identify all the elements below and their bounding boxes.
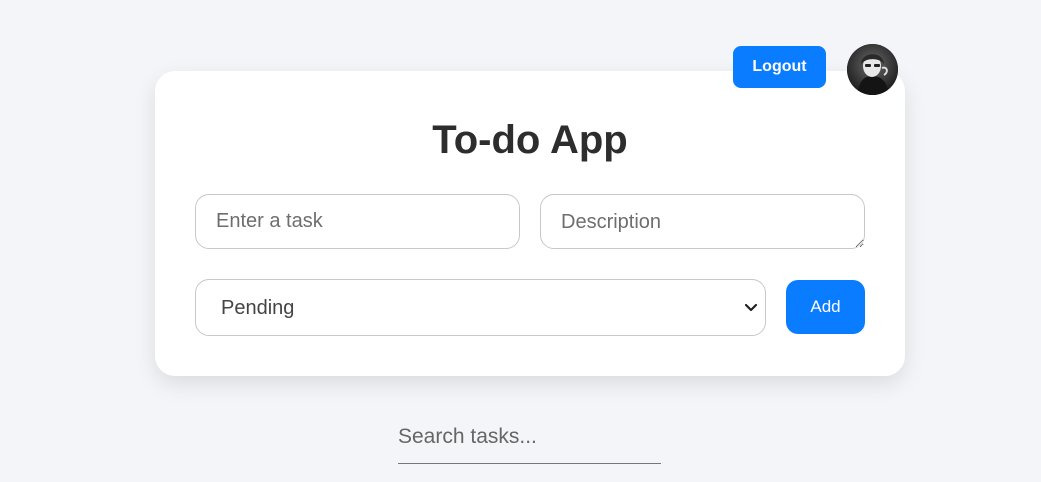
todo-card: To-do App Pending Add: [155, 71, 905, 376]
task-input[interactable]: [195, 194, 520, 249]
avatar[interactable]: [847, 44, 898, 95]
status-select-value: Pending: [221, 297, 295, 319]
logout-button[interactable]: Logout: [733, 46, 826, 88]
page-title: To-do App: [432, 118, 628, 162]
user-avatar-icon: [847, 44, 898, 95]
description-field[interactable]: [540, 194, 865, 249]
status-select[interactable]: Pending: [195, 279, 766, 336]
add-task-button[interactable]: Add: [786, 280, 865, 334]
chevron-down-icon: [744, 303, 758, 312]
search-input[interactable]: [398, 410, 661, 464]
